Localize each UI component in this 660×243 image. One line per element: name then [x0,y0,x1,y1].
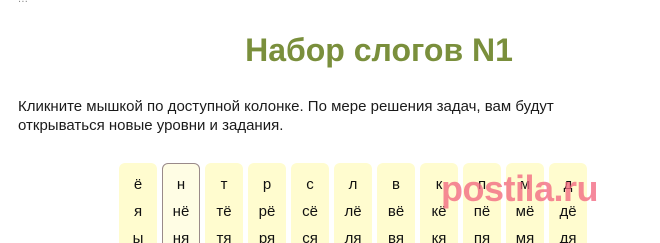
syllable: ся [302,230,318,243]
syllable-column[interactable]: к кё кя [420,163,458,243]
syllable: ня [172,230,190,243]
syllable: м [519,176,531,193]
syllable-column[interactable]: л лё ля [334,163,372,243]
page: ... · · · · · · · · · · · · · · · · · · … [0,0,660,243]
syllable-column[interactable]: с сё ся [291,163,329,243]
syllable-column[interactable]: ё я ы [119,163,157,243]
syllable: я [133,203,143,220]
syllable: мё [515,203,535,220]
syllable: пё [473,203,491,220]
syllable: с [306,176,314,193]
page-title: Набор слогов N1 [245,32,513,68]
syllable: тё [216,203,232,220]
syllable-column-selected[interactable]: н нё ня [162,163,200,243]
syllable: ё [133,176,143,193]
syllable: дя [559,230,577,243]
syllable-column[interactable]: м мё мя [506,163,544,243]
syllable: мя [515,230,535,243]
instructions-line-2: открываться новые уровни и задания. [18,117,284,134]
syllable: кё [431,203,447,220]
syllable: л [348,176,358,193]
syllable: пя [473,230,491,243]
syllable: в [392,176,400,193]
syllable-column[interactable]: р рё ря [248,163,286,243]
syllable: п [477,176,487,193]
syllable: тя [216,230,232,243]
syllable: сё [302,203,318,220]
syllable-column[interactable]: д дё дя [549,163,587,243]
syllable-column[interactable]: в вё вя [377,163,415,243]
syllable: н [176,176,186,193]
syllable: кя [431,230,447,243]
syllable: дё [559,203,577,220]
syllable: ря [258,230,276,243]
syllable-column[interactable]: т тё тя [205,163,243,243]
instructions: Кликните мышкой по доступной колонке. По… [18,97,660,135]
syllable: вё [387,203,405,220]
syllable: к [435,176,443,193]
syllable: р [262,176,272,193]
syllable: нё [172,203,190,220]
instructions-line-1: Кликните мышкой по доступной колонке. По… [18,98,554,115]
syllable: т [220,176,228,193]
syllable: лё [344,203,362,220]
breadcrumb: ... · · · · · · · · · · · · · · · · · · … [18,0,196,5]
syllable: ы [132,230,144,243]
syllable: вя [388,230,404,243]
syllable: д [563,176,573,193]
syllable-column[interactable]: п пё пя [463,163,501,243]
syllable: рё [258,203,276,220]
syllable: ля [344,230,362,243]
